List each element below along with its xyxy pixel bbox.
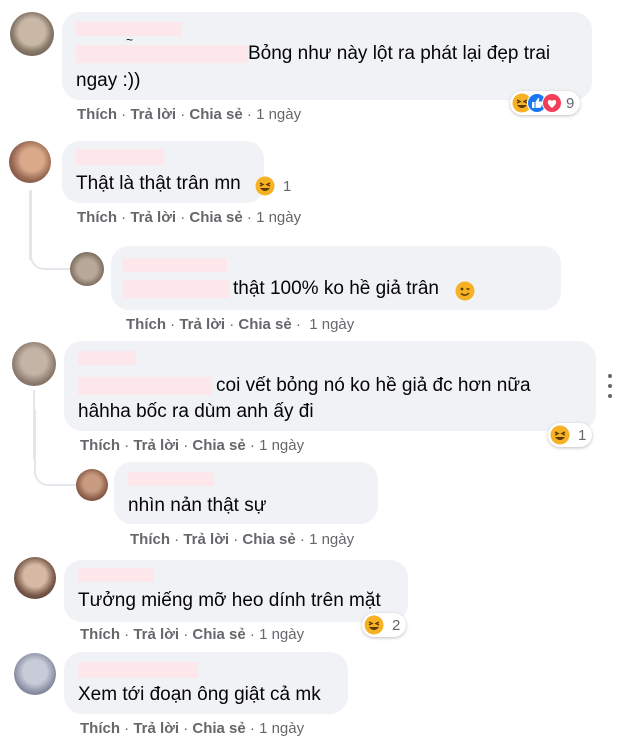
love-reaction-icon [542,93,562,113]
like-link[interactable]: Thích [130,531,170,548]
comment-bubble: Thật là thật trân mn [62,141,264,203]
redacted-name [78,351,136,365]
avatar[interactable] [14,557,56,599]
share-link[interactable]: Chia sẻ [242,531,295,548]
comment-text: thật 100% ko hề giả trân [233,278,439,299]
reaction-summary[interactable]: 1 [255,176,291,196]
reply-link[interactable]: Trả lời [133,720,179,737]
share-link[interactable]: Chia sẻ [238,316,291,333]
avatar[interactable] [70,252,104,286]
reaction-summary[interactable]: 9 [510,91,581,115]
timestamp[interactable]: 1 ngày [309,531,354,548]
comment-actions: Thích · Trả lời · Chia sẻ · 1 ngày [126,316,355,333]
comment-actions: Thích · Trả lời · Chia sẻ · 1 ngày [80,720,305,737]
redacted-name [78,662,198,678]
reaction-count: 1 [283,177,292,195]
avatar[interactable] [9,141,51,183]
like-link[interactable]: Thích [80,437,120,454]
comment-text: nhìn nản thật sự [128,495,267,516]
comment-text: Tưởng miếng mỡ heo dính trên mặt [78,590,381,611]
redacted-tag [123,280,229,298]
comment-text: Bỏng như này lột ra phát lại đẹp trai [248,43,551,64]
share-link[interactable]: Chia sẻ [192,720,245,737]
timestamp[interactable]: 1 ngày [259,720,304,737]
like-link[interactable]: Thích [77,209,117,226]
comment-actions: Thích · Trả lời · Chia sẻ · 1 ngày [80,626,305,643]
comment-bubble: ~ Bỏng như này lột ra phát lại đẹp trai … [62,12,592,100]
reply-link[interactable]: Trả lời [130,106,176,123]
comment-bubble: Tưởng miếng mỡ heo dính trên mặt [64,560,408,622]
reply-link[interactable]: Trả lời [183,531,229,548]
comment-text: hâhha bốc ra dùm anh ấy đi [78,401,314,422]
reaction-count: 9 [566,94,575,112]
like-link[interactable]: Thích [77,106,117,123]
redacted-name [76,149,164,165]
reaction-summary[interactable]: 1 [548,423,593,447]
redacted-tag [78,377,212,395]
reply-link[interactable]: Trả lời [133,626,179,643]
haha-reaction-icon [550,425,570,445]
comment-text: ngay :)) [76,70,141,91]
timestamp[interactable]: 1 ngày [256,106,301,123]
reaction-count: 1 [578,426,587,444]
redacted-tag [76,45,248,63]
avatar[interactable] [12,342,56,386]
reply-link[interactable]: Trả lời [179,316,225,333]
comment-bubble: Xem tới đoạn ông giật cả mk [64,652,348,714]
comment-actions: Thích · Trả lời · Chia sẻ · 1 ngày [77,209,302,226]
comment-actions: Thích · Trả lời · Chia sẻ · 1 ngày [77,106,302,123]
comment-text: Xem tới đoạn ông giật cả mk [78,684,321,705]
avatar[interactable] [76,469,108,501]
share-link[interactable]: Chia sẻ [192,437,245,454]
comment-actions: Thích · Trả lời · Chia sẻ · 1 ngày [130,531,355,548]
haha-reaction-icon [364,615,384,635]
redacted-name [123,258,227,272]
timestamp[interactable]: 1 ngày [256,209,301,226]
reply-link[interactable]: Trả lời [133,437,179,454]
comment-text: coi vết bỏng nó ko hề giả đc hơn nữa [216,375,531,396]
share-link[interactable]: Chia sẻ [189,106,242,123]
reply-link[interactable]: Trả lời [130,209,176,226]
comment-bubble: nhìn nản thật sự [114,462,378,524]
redacted-name [128,472,214,486]
reaction-summary[interactable]: 2 [362,613,407,637]
thread-connector [30,190,70,270]
share-link[interactable]: Chia sẻ [192,626,245,643]
comment-text: Thật là thật trân mn [76,173,241,194]
like-link[interactable]: Thích [80,626,120,643]
timestamp[interactable]: 1 ngày [309,316,354,333]
wink-emoji-icon [455,281,475,301]
redacted-name [78,568,154,582]
avatar[interactable] [10,12,54,56]
comment-bubble: coi vết bỏng nó ko hề giả đc hơn nữa hâh… [64,341,596,431]
avatar[interactable] [14,653,56,695]
more-options-icon[interactable] [604,374,616,398]
comment-bubble: thật 100% ko hề giả trân [111,246,561,310]
share-link[interactable]: Chia sẻ [189,209,242,226]
reaction-count: 2 [392,616,401,634]
comment-actions: Thích · Trả lời · Chia sẻ · 1 ngày [80,437,305,454]
like-link[interactable]: Thích [126,316,166,333]
like-link[interactable]: Thích [80,720,120,737]
haha-reaction-icon [255,176,275,196]
timestamp[interactable]: 1 ngày [259,437,304,454]
timestamp[interactable]: 1 ngày [259,626,304,643]
